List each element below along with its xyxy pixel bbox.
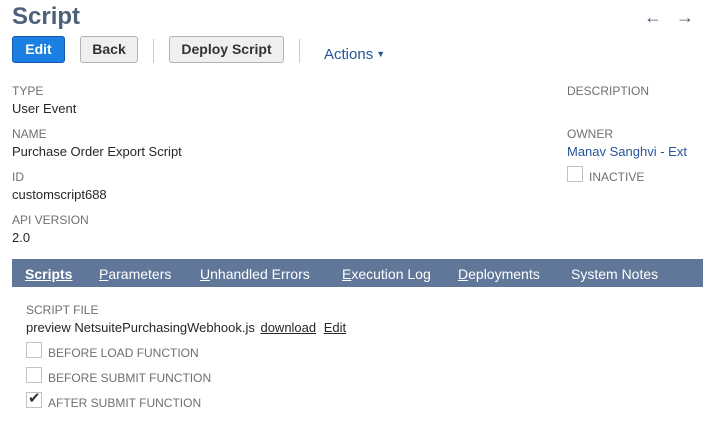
edit-button[interactable]: Edit (12, 36, 65, 63)
subtab-bar: Scripts Parameters Unhandled Errors Exec… (12, 259, 703, 287)
tab-execution-log-label: xecution Log (351, 266, 431, 282)
tab-scripts-accesskey: S (25, 266, 35, 282)
tab-deployments-accesskey: D (458, 266, 469, 282)
id-label: ID (12, 170, 24, 184)
tab-system-notes-label: System Notes (571, 266, 659, 282)
before-load-checkbox[interactable] (26, 342, 42, 358)
back-button[interactable]: Back (80, 36, 138, 63)
toolbar-divider (299, 39, 300, 63)
inactive-checkbox[interactable] (567, 166, 583, 182)
name-value: Purchase Order Export Script (12, 144, 182, 159)
tab-system-notes[interactable]: System Notes (571, 266, 658, 282)
script-file-name: NetsuitePurchasingWebhook.js (74, 320, 255, 335)
script-file-label: SCRIPT FILE (26, 303, 99, 317)
owner-label: OWNER (567, 127, 613, 141)
after-submit-checkbox[interactable]: ✔ (26, 390, 42, 408)
owner-link[interactable]: Manav Sanghvi - Ext (567, 144, 687, 160)
before-load-label: BEFORE LOAD FUNCTION (48, 346, 199, 360)
id-value: customscript688 (12, 187, 107, 202)
tab-scripts[interactable]: Scripts (25, 266, 72, 282)
after-submit-label: AFTER SUBMIT FUNCTION (48, 396, 202, 410)
tab-execution-log[interactable]: Execution Log (342, 266, 431, 282)
tab-deployments[interactable]: Deployments (458, 266, 540, 282)
type-label: TYPE (12, 84, 44, 98)
tab-parameters-label: arameters (108, 266, 172, 282)
tab-unhandled-errors-accesskey: U (200, 266, 211, 282)
before-submit-label: BEFORE SUBMIT FUNCTION (48, 371, 212, 385)
description-label: DESCRIPTION (567, 84, 650, 98)
script-file-preview-prefix: preview (26, 320, 71, 335)
download-link[interactable]: download (260, 320, 316, 335)
api-version-value: 2.0 (12, 230, 31, 245)
edit-file-link[interactable]: Edit (324, 320, 346, 335)
actions-menu[interactable]: Actions ▼ (324, 44, 385, 65)
tab-unhandled-errors-label: nhandled Errors (210, 266, 310, 282)
before-submit-checkbox[interactable] (26, 367, 42, 383)
api-version-label: API VERSION (12, 213, 89, 227)
type-value: User Event (12, 101, 77, 116)
caret-down-icon: ▼ (376, 49, 386, 59)
tab-unhandled-errors[interactable]: Unhandled Errors (200, 266, 310, 282)
checkmark-icon: ✔ (28, 390, 41, 407)
tab-deployments-label: eployments (468, 266, 540, 282)
tab-execution-log-accesskey: E (342, 266, 352, 282)
actions-label: Actions (324, 46, 374, 63)
tab-parameters-accesskey: P (99, 266, 109, 282)
arrow-right-icon[interactable]: → (676, 8, 694, 26)
tab-scripts-label: cripts (34, 266, 73, 282)
arrow-left-icon[interactable]: ← (644, 8, 662, 26)
name-label: NAME (12, 127, 47, 141)
page-title: Script (12, 3, 81, 30)
deploy-script-button[interactable]: Deploy Script (169, 36, 284, 63)
tab-parameters[interactable]: Parameters (99, 266, 171, 282)
script-file-row: preview NetsuitePurchasingWebhook.js dow… (26, 320, 346, 336)
toolbar-divider (153, 39, 154, 63)
inactive-label: INACTIVE (589, 170, 645, 184)
